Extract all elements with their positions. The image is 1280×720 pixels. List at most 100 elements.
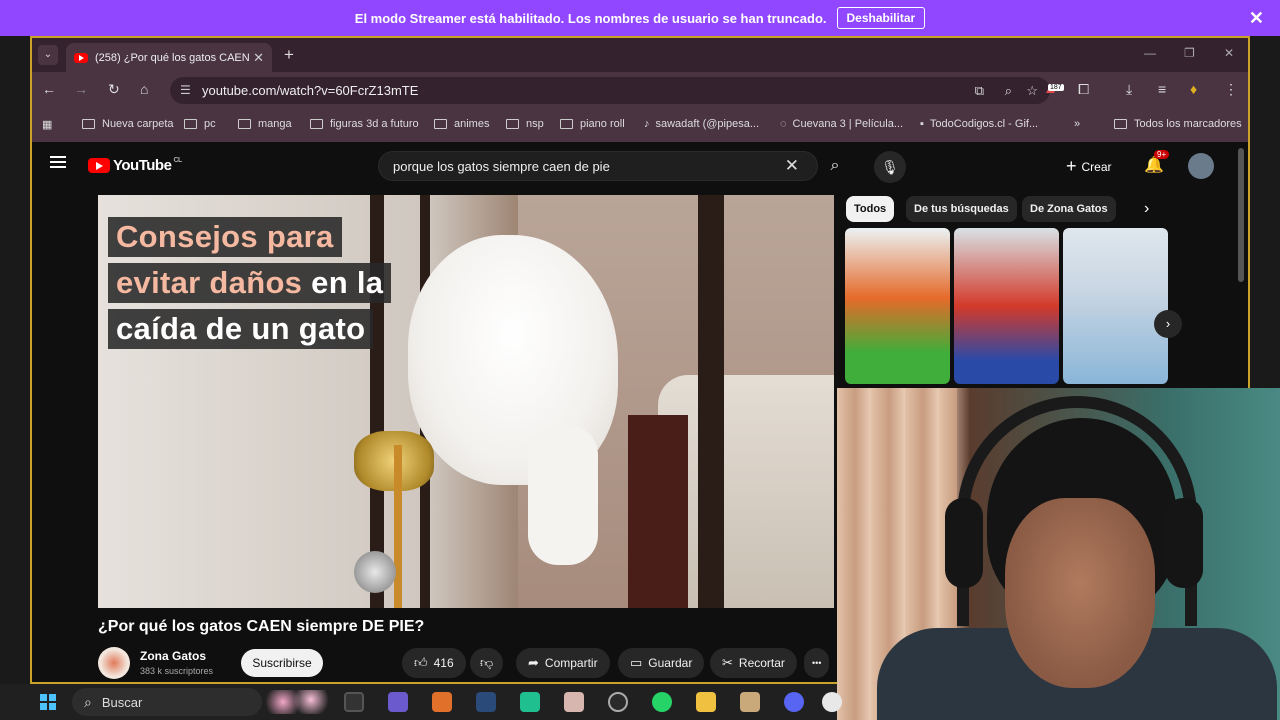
folder-icon xyxy=(560,119,573,129)
cupcake-app-icon[interactable] xyxy=(740,692,760,712)
bookmark-label: piano roll xyxy=(580,118,625,130)
folder-icon xyxy=(506,119,519,129)
address-bar[interactable]: ☰ youtube.com/watch?v=60FcrZ13mTE ⧉ ⌕ ☆ xyxy=(170,77,1050,104)
subscriber-count: 383 k suscriptores xyxy=(140,666,214,676)
video-bedframe xyxy=(628,415,688,608)
clip-button[interactable]: ✂ Recortar xyxy=(710,648,797,678)
forward-icon[interactable]: → xyxy=(74,81,88,97)
video-rod xyxy=(698,195,724,608)
like-button[interactable]: 👍︎ 416 xyxy=(402,648,466,678)
youtube-logo[interactable]: YouTube CL xyxy=(88,157,182,174)
page-scrollbar[interactable] xyxy=(1238,148,1244,282)
notification-badge: 9+ xyxy=(1154,150,1170,159)
switch-app-icon[interactable] xyxy=(344,692,364,712)
discord-app-icon[interactable] xyxy=(784,692,804,712)
chatgpt-app-icon[interactable] xyxy=(520,692,540,712)
bookmark-label: nsp xyxy=(526,118,544,130)
caption-text: en la xyxy=(302,265,384,300)
related-video-thumbnail[interactable] xyxy=(1063,228,1168,384)
video-player[interactable]: Consejos para evitar daños en la caída d… xyxy=(98,195,834,608)
brave-app-icon[interactable] xyxy=(432,692,452,712)
all-bookmarks-folder[interactable]: Todos los marcadores xyxy=(1114,118,1242,130)
share-button[interactable]: ➦ Compartir xyxy=(516,648,610,678)
maximize-icon[interactable]: ❐ xyxy=(1184,46,1195,60)
install-icon[interactable]: ⧉ xyxy=(975,83,984,99)
save-button[interactable]: ▭ Guardar xyxy=(618,648,705,678)
tab-search-icon[interactable]: ⌄ xyxy=(38,45,58,65)
search-input[interactable]: porque los gatos siempre caen de pie ✕ xyxy=(378,151,818,181)
more-bookmarks-icon[interactable]: » xyxy=(1074,118,1080,130)
whatsapp-app-icon[interactable] xyxy=(652,692,672,712)
back-icon[interactable]: ← xyxy=(42,81,56,97)
window-close-icon[interactable]: ✕ xyxy=(1224,46,1234,60)
bookmark-folder[interactable]: manga xyxy=(238,118,292,130)
chevron-right-icon[interactable]: › xyxy=(1144,200,1149,218)
video-knob xyxy=(354,551,396,593)
chip-de-tus-busquedas[interactable]: De tus búsquedas xyxy=(906,196,1017,222)
avatar[interactable] xyxy=(1188,153,1214,179)
chip-todos[interactable]: Todos xyxy=(846,196,895,222)
folder-icon xyxy=(238,119,251,129)
chrome-app-icon[interactable] xyxy=(822,692,842,712)
url-text: youtube.com/watch?v=60FcrZ13mTE xyxy=(202,83,419,98)
folder-icon xyxy=(82,119,95,129)
site-info-icon[interactable]: ☰ xyxy=(180,83,191,97)
subscribe-button[interactable]: Suscribirse xyxy=(241,649,323,677)
bookmark-todocodigos[interactable]: ▪ TodoCodigos.cl - Gif... xyxy=(920,118,1038,130)
related-video-thumbnail[interactable] xyxy=(954,228,1059,384)
logo-text: YouTube xyxy=(113,157,172,174)
bookmark-tiktok[interactable]: ♪ sawadaft (@pipesa... xyxy=(644,118,759,130)
puzzle-icon[interactable]: ⧠ xyxy=(1078,81,1089,98)
apps-icon[interactable]: ▦ xyxy=(42,118,52,131)
search-icon[interactable]: ⌕ xyxy=(818,151,852,181)
disable-streamer-button[interactable]: Deshabilitar xyxy=(836,7,926,29)
tab-bar: ⌄ (258) ¿Por qué los gatos CAEN ✕ + — ❐ … xyxy=(32,38,1248,72)
new-tab-button[interactable]: + xyxy=(284,45,294,65)
minimize-icon[interactable]: — xyxy=(1144,46,1156,60)
bookmark-label: Todos los marcadores xyxy=(1134,118,1242,130)
folder-icon xyxy=(184,119,197,129)
bookmark-folder[interactable]: animes xyxy=(434,118,489,130)
clear-search-icon[interactable]: ✕ xyxy=(785,156,799,176)
bookmark-label: figuras 3d a futuro xyxy=(330,118,419,130)
caption-line: caída de un gato xyxy=(108,309,374,349)
vscode-app-icon[interactable] xyxy=(476,692,496,712)
close-icon[interactable]: ✕ xyxy=(1249,8,1264,29)
menu-icon[interactable]: ⋮ xyxy=(1224,81,1238,98)
dislike-button[interactable]: 👎︎ xyxy=(470,648,504,678)
save-label: Guardar xyxy=(648,656,693,670)
tab-close-icon[interactable]: ✕ xyxy=(253,50,264,66)
profile-extension-icon[interactable]: ♦ xyxy=(1190,81,1197,97)
home-icon[interactable]: ⌂ xyxy=(140,81,148,97)
obs-app-icon[interactable] xyxy=(608,692,628,712)
download-icon[interactable]: ⤓ xyxy=(1126,81,1132,98)
related-video-thumbnail[interactable] xyxy=(845,228,950,384)
gamepad-app-icon[interactable] xyxy=(388,692,408,712)
chevron-right-icon[interactable]: › xyxy=(1154,310,1182,338)
zoom-icon[interactable]: ⌕ xyxy=(1005,83,1012,99)
file-explorer-icon[interactable] xyxy=(696,692,716,712)
thumbs-up-icon: 👍︎ xyxy=(414,655,428,670)
bookmark-folder[interactable]: piano roll xyxy=(560,118,625,130)
reload-icon[interactable]: ↻ xyxy=(108,81,120,98)
taskbar-search[interactable]: ⌕ Buscar xyxy=(72,688,262,716)
character-app-icon[interactable] xyxy=(564,692,584,712)
bookmark-folder[interactable]: pc xyxy=(184,118,216,130)
channel-avatar[interactable] xyxy=(98,647,130,679)
bookmark-folder[interactable]: figuras 3d a futuro xyxy=(310,118,419,130)
tab-youtube[interactable]: (258) ¿Por qué los gatos CAEN ✕ xyxy=(66,43,272,72)
channel-name[interactable]: Zona Gatos xyxy=(140,649,206,663)
bookmark-folder[interactable]: nsp xyxy=(506,118,544,130)
menu-icon[interactable] xyxy=(50,156,66,168)
windows-start-icon[interactable] xyxy=(40,694,56,710)
media-icon[interactable]: ≡ xyxy=(1158,81,1166,97)
bookmark-folder[interactable]: Nueva carpeta xyxy=(82,118,174,130)
create-button[interactable]: + Crear xyxy=(1066,156,1112,177)
mic-icon[interactable]: 🎙 xyxy=(874,151,906,183)
more-icon[interactable]: ••• xyxy=(804,648,830,678)
star-icon[interactable]: ☆ xyxy=(1026,83,1038,99)
caption-text: Consejos para xyxy=(116,219,334,254)
bookmark-cuevana[interactable]: ◌ Cuevana 3 | Película... xyxy=(780,118,903,130)
chip-de-zona-gatos[interactable]: De Zona Gatos xyxy=(1022,196,1116,222)
like-count: 416 xyxy=(433,656,454,670)
